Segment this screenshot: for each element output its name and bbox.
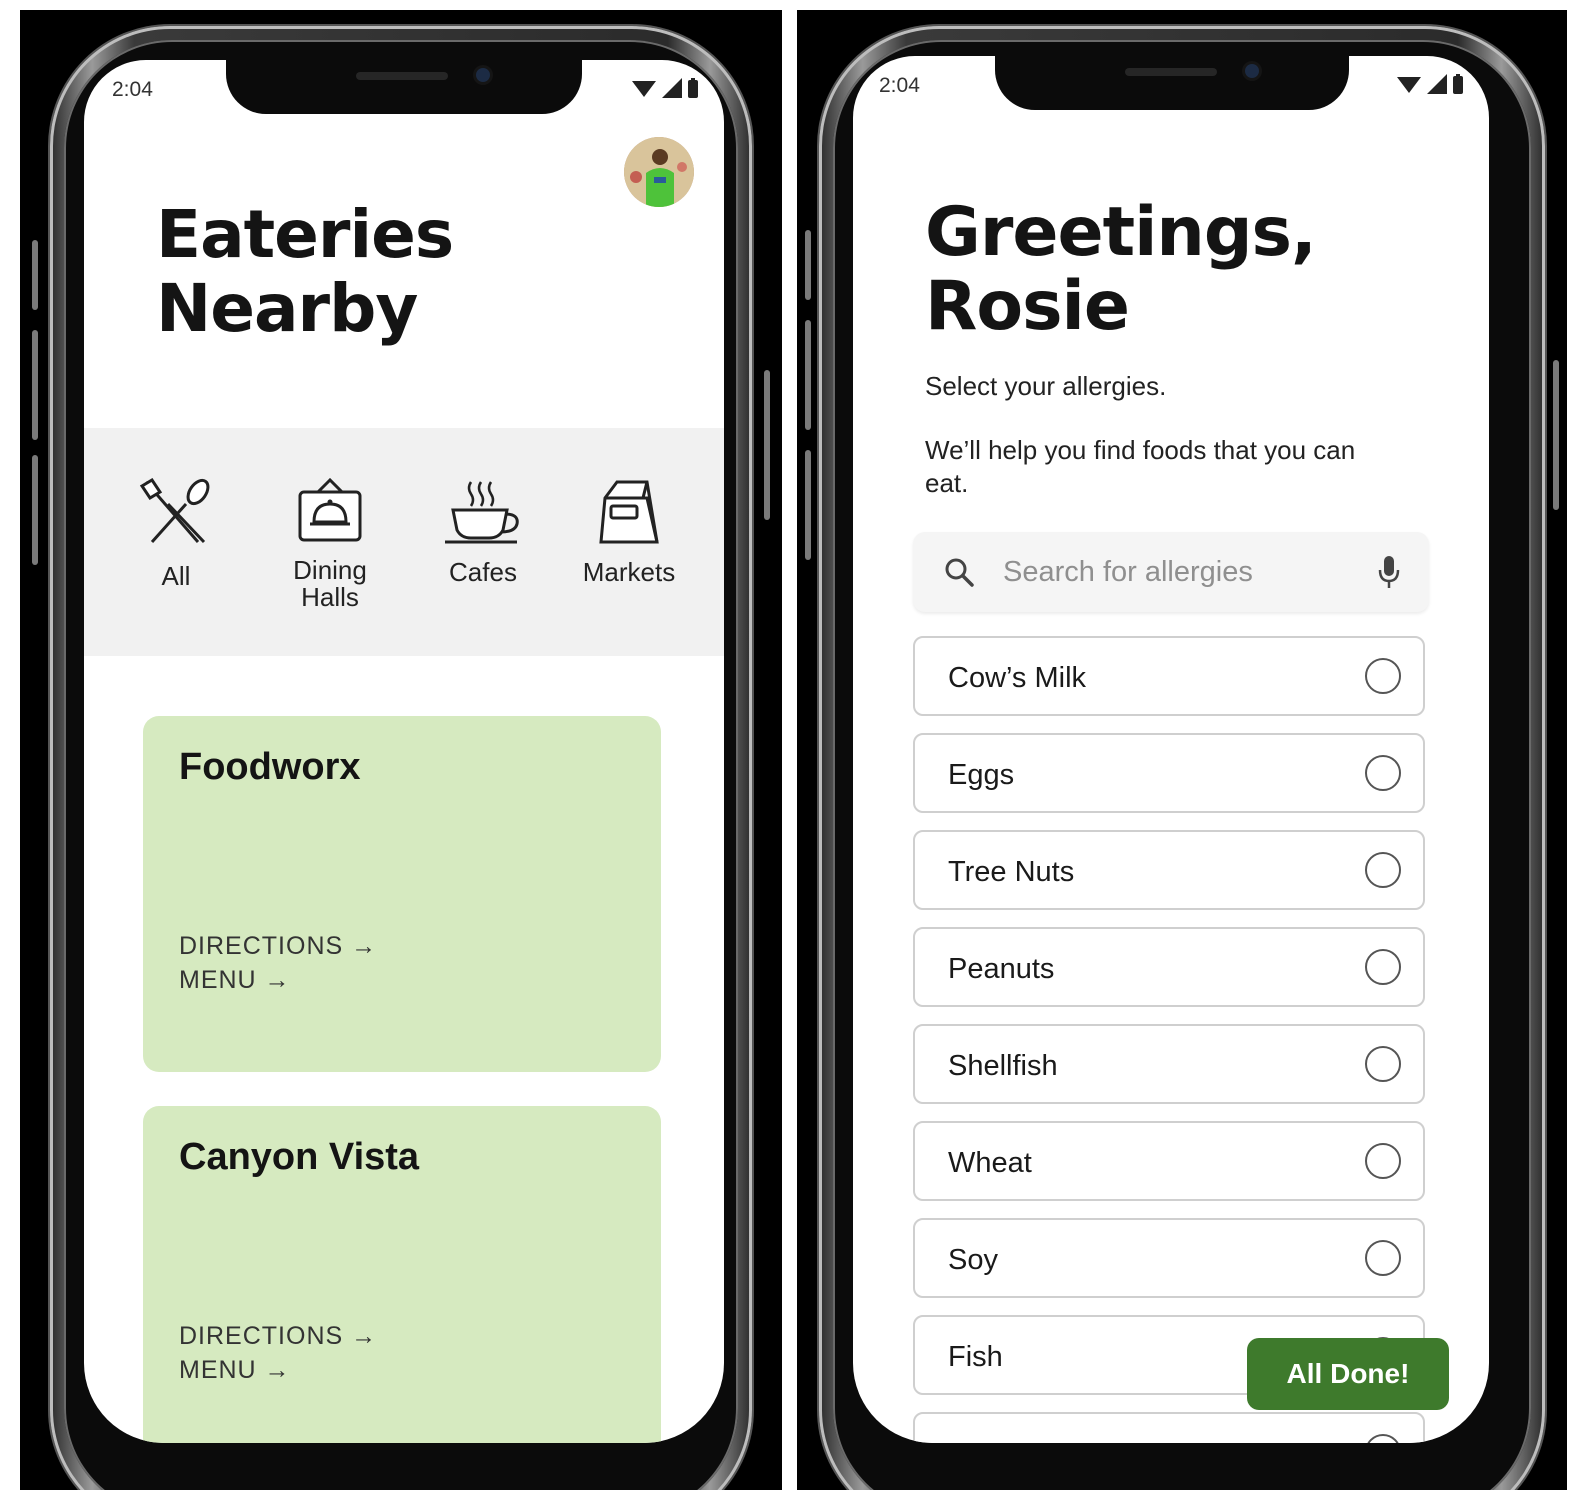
allergy-option[interactable]: Soy bbox=[913, 1218, 1425, 1298]
allergy-option[interactable]: Tree Nuts bbox=[913, 830, 1425, 910]
radio-button[interactable] bbox=[1365, 658, 1401, 694]
fork-spoon-icon bbox=[139, 477, 210, 544]
signal-icon bbox=[1427, 74, 1447, 94]
volume-button bbox=[32, 455, 38, 565]
status-icons bbox=[1397, 74, 1463, 94]
category-dining-halls[interactable]: Dining Halls bbox=[280, 477, 380, 611]
eatery-name: Canyon Vista bbox=[179, 1136, 420, 1178]
search-input[interactable]: Search for allergies bbox=[1003, 556, 1253, 589]
radio-button[interactable] bbox=[1365, 1434, 1401, 1443]
category-cafes[interactable]: Cafes bbox=[440, 478, 526, 586]
volume-button bbox=[32, 330, 38, 440]
eateries-screen: 2:04 Eateries Nearby All Dining Halls Ca… bbox=[84, 60, 724, 1443]
allergy-option[interactable]: Peanuts bbox=[913, 927, 1425, 1007]
radio-button[interactable] bbox=[1365, 1143, 1401, 1179]
wifi-icon bbox=[1397, 77, 1421, 93]
coffee-cup-icon bbox=[445, 481, 519, 544]
power-button bbox=[1553, 360, 1559, 510]
signal-icon bbox=[662, 78, 682, 98]
battery-icon bbox=[688, 78, 698, 98]
right-phone-panel: 2:04 Greetings, Rosie Select your allerg… bbox=[797, 10, 1567, 1490]
cloche-icon bbox=[298, 477, 362, 542]
camera-icon bbox=[1245, 64, 1259, 78]
battery-icon bbox=[1453, 74, 1463, 94]
radio-button[interactable] bbox=[1365, 1046, 1401, 1082]
category-markets[interactable]: Markets bbox=[574, 478, 684, 586]
camera-icon bbox=[476, 68, 490, 82]
user-avatar-icon bbox=[624, 137, 694, 207]
allergy-option[interactable]: Eggs bbox=[913, 733, 1425, 813]
status-time: 2:04 bbox=[879, 74, 920, 97]
microphone-icon[interactable] bbox=[1377, 554, 1401, 590]
directions-link[interactable]: DIRECTIONS → bbox=[179, 1322, 377, 1351]
volume-button bbox=[805, 230, 811, 300]
allergy-option[interactable]: Cow’s Milk bbox=[913, 636, 1425, 716]
search-bar[interactable]: Search for allergies bbox=[913, 532, 1429, 612]
allergy-option[interactable]: Shellfish bbox=[913, 1024, 1425, 1104]
eatery-card-canyon-vista[interactable]: Canyon Vista DIRECTIONS → MENU → bbox=[143, 1106, 661, 1443]
all-done-button[interactable]: All Done! bbox=[1247, 1338, 1449, 1410]
radio-button[interactable] bbox=[1365, 1240, 1401, 1276]
allergy-option[interactable]: Wheat bbox=[913, 1121, 1425, 1201]
status-icons bbox=[632, 78, 698, 98]
left-phone-panel: 2:04 Eateries Nearby All Dining Halls Ca… bbox=[20, 10, 782, 1490]
instruction-text: Select your allergies. bbox=[925, 371, 1167, 401]
category-bar: All Dining Halls Cafes Markets bbox=[84, 428, 724, 656]
notch bbox=[995, 56, 1349, 110]
menu-link[interactable]: MENU → bbox=[179, 1356, 291, 1385]
volume-button bbox=[805, 320, 811, 430]
notch bbox=[226, 60, 582, 114]
radio-button[interactable] bbox=[1365, 949, 1401, 985]
wifi-icon bbox=[632, 81, 656, 97]
help-text: We’ll help you find foods that you can e… bbox=[925, 435, 1356, 498]
radio-button[interactable] bbox=[1365, 755, 1401, 791]
directions-link[interactable]: DIRECTIONS → bbox=[179, 932, 377, 961]
page-title: Eateries Nearby bbox=[156, 196, 454, 347]
allergy-option-partial[interactable] bbox=[913, 1412, 1425, 1443]
volume-button bbox=[805, 450, 811, 560]
search-icon bbox=[945, 558, 974, 587]
eatery-card-foodworx[interactable]: Foodworx DIRECTIONS → MENU → bbox=[143, 716, 661, 1072]
menu-link[interactable]: MENU → bbox=[179, 966, 291, 995]
power-button bbox=[764, 370, 770, 520]
status-time: 2:04 bbox=[112, 78, 153, 101]
radio-button[interactable] bbox=[1365, 852, 1401, 888]
volume-button bbox=[32, 240, 38, 310]
shopping-bag-icon bbox=[599, 480, 659, 544]
greeting-title: Greetings, Rosie bbox=[925, 193, 1317, 346]
eatery-name: Foodworx bbox=[179, 746, 361, 788]
avatar[interactable] bbox=[624, 137, 694, 207]
category-all[interactable]: All bbox=[136, 477, 216, 590]
allergies-screen: 2:04 Greetings, Rosie Select your allerg… bbox=[853, 56, 1489, 1443]
